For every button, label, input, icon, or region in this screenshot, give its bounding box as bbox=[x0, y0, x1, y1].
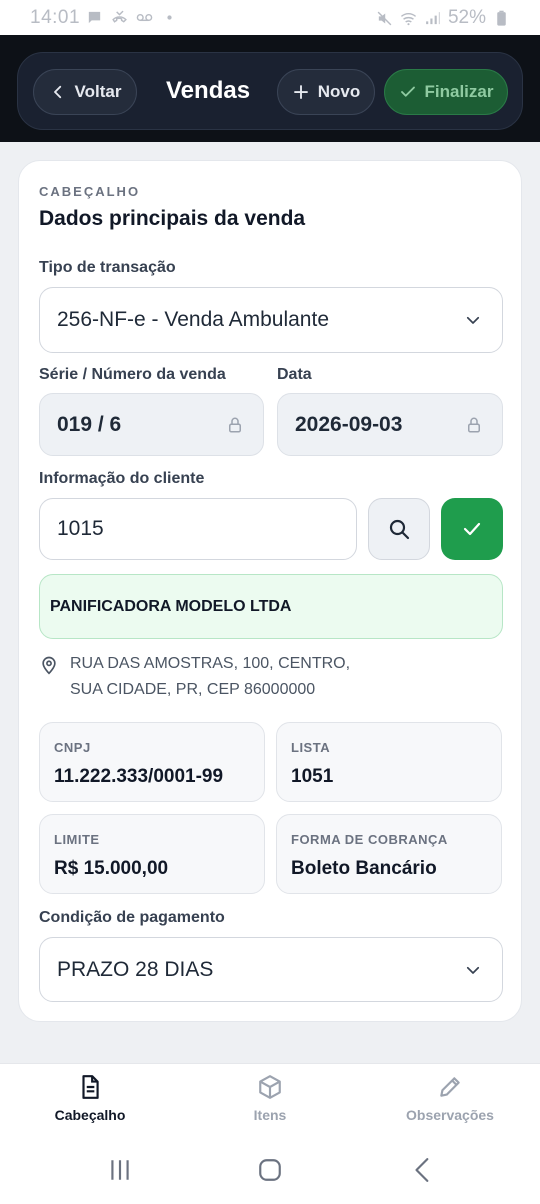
back-nav-icon[interactable] bbox=[410, 1157, 436, 1183]
back-button-label: Voltar bbox=[74, 82, 122, 101]
date-label: Data bbox=[277, 366, 312, 383]
chevron-left-icon bbox=[53, 85, 61, 99]
box-icon bbox=[259, 1075, 281, 1099]
wifi-icon bbox=[400, 12, 417, 25]
cnpj-tile: CNPJ 11.222.333/0001-99 bbox=[39, 722, 265, 802]
chat-bubble-icon bbox=[88, 11, 101, 24]
chevron-down-icon bbox=[466, 966, 480, 974]
back-button[interactable]: Voltar bbox=[33, 69, 137, 115]
client-search-button[interactable] bbox=[368, 498, 430, 560]
section-overline: CABEÇALHO bbox=[39, 184, 141, 199]
transaction-type-label: Tipo de transação bbox=[39, 259, 176, 276]
search-icon bbox=[389, 519, 410, 540]
tab-header[interactable]: Cabeçalho bbox=[10, 1074, 170, 1123]
client-name-box: PANIFICADORA MODELO LTDA bbox=[39, 574, 503, 639]
home-icon[interactable] bbox=[257, 1157, 283, 1183]
system-navigation-bar bbox=[0, 1141, 540, 1204]
cnpj-label: CNPJ bbox=[54, 740, 91, 755]
billing-value: Boleto Bancário bbox=[291, 858, 437, 879]
app-header: Voltar Vendas Novo Finalizar bbox=[0, 35, 540, 142]
signal-icon bbox=[426, 11, 440, 24]
finish-button-label: Finalizar bbox=[424, 82, 494, 101]
limit-label: LIMITE bbox=[54, 832, 100, 847]
payment-condition-select[interactable]: PRAZO 28 DIAS bbox=[39, 937, 503, 1002]
limit-tile: LIMITE R$ 15.000,00 bbox=[39, 814, 265, 894]
client-info-label: Informação do cliente bbox=[39, 470, 205, 487]
date-value: 2026-09-03 bbox=[295, 412, 403, 436]
tab-observations-label: Observações bbox=[406, 1107, 494, 1123]
billing-tile: FORMA DE COBRANÇA Boleto Bancário bbox=[276, 814, 502, 894]
lock-icon bbox=[468, 417, 480, 432]
tab-items[interactable]: Itens bbox=[190, 1074, 350, 1123]
page-title: Vendas bbox=[166, 77, 251, 104]
payment-condition-value: PRAZO 28 DIAS bbox=[57, 957, 214, 981]
limit-value: R$ 15.000,00 bbox=[54, 858, 169, 879]
date-field: 2026-09-03 bbox=[277, 393, 503, 456]
battery-icon bbox=[497, 10, 506, 26]
check-icon bbox=[400, 86, 415, 97]
client-code-input[interactable]: 1015 bbox=[39, 498, 357, 560]
status-bar: 14:01 52% bbox=[0, 0, 540, 35]
series-number-label: Série / Número da venda bbox=[39, 366, 226, 383]
status-time: 14:01 bbox=[30, 7, 81, 28]
new-button[interactable]: Novo bbox=[277, 69, 375, 115]
address-line-1: RUA DAS AMOSTRAS, 100, CENTRO, bbox=[70, 655, 351, 672]
tab-items-label: Itens bbox=[253, 1107, 287, 1123]
address-line-2: SUA CIDADE, PR, CEP 86000000 bbox=[70, 681, 316, 698]
client-name: PANIFICADORA MODELO LTDA bbox=[50, 597, 292, 615]
recent-apps-icon[interactable] bbox=[107, 1157, 133, 1183]
status-notification-icons bbox=[86, 9, 178, 26]
finish-button[interactable]: Finalizar bbox=[384, 69, 508, 115]
location-pin-icon bbox=[42, 656, 56, 675]
mute-icon bbox=[377, 11, 392, 25]
plus-icon bbox=[293, 85, 308, 99]
client-code-value: 1015 bbox=[57, 517, 104, 540]
tab-observations[interactable]: Observações bbox=[370, 1074, 530, 1123]
series-number-field: 019 / 6 bbox=[39, 393, 264, 456]
check-icon bbox=[463, 522, 481, 536]
series-number-value: 019 / 6 bbox=[57, 412, 122, 436]
tab-header-label: Cabeçalho bbox=[54, 1107, 126, 1123]
document-icon bbox=[82, 1075, 99, 1099]
dot-icon bbox=[167, 15, 172, 20]
battery-percentage: 52% bbox=[447, 7, 486, 28]
voicemail-icon bbox=[136, 13, 153, 22]
section-heading: Dados principais da venda bbox=[39, 207, 306, 230]
new-button-label: Novo bbox=[317, 82, 361, 101]
pencil-icon bbox=[440, 1077, 460, 1097]
transaction-type-value: 256-NF-e - Venda Ambulante bbox=[57, 308, 329, 331]
header-container: Voltar Vendas Novo Finalizar bbox=[17, 52, 523, 130]
payment-condition-label: Condição de pagamento bbox=[39, 909, 225, 926]
transaction-type-select[interactable]: 256-NF-e - Venda Ambulante bbox=[39, 287, 503, 353]
cnpj-value: 11.222.333/0001-99 bbox=[54, 766, 224, 787]
status-system-icons: 52% bbox=[376, 7, 510, 29]
list-value: 1051 bbox=[291, 766, 334, 787]
chevron-down-icon bbox=[466, 316, 480, 324]
sale-header-card: CABEÇALHO Dados principais da venda Tipo… bbox=[18, 160, 522, 1022]
lock-icon bbox=[229, 417, 241, 432]
list-tile: LISTA 1051 bbox=[276, 722, 502, 802]
list-label: LISTA bbox=[291, 740, 331, 755]
client-confirm-button[interactable] bbox=[441, 498, 503, 560]
missed-call-icon bbox=[112, 10, 127, 23]
bottom-navigation: Cabeçalho Itens Observações bbox=[0, 1063, 540, 1141]
billing-label: FORMA DE COBRANÇA bbox=[291, 832, 448, 847]
